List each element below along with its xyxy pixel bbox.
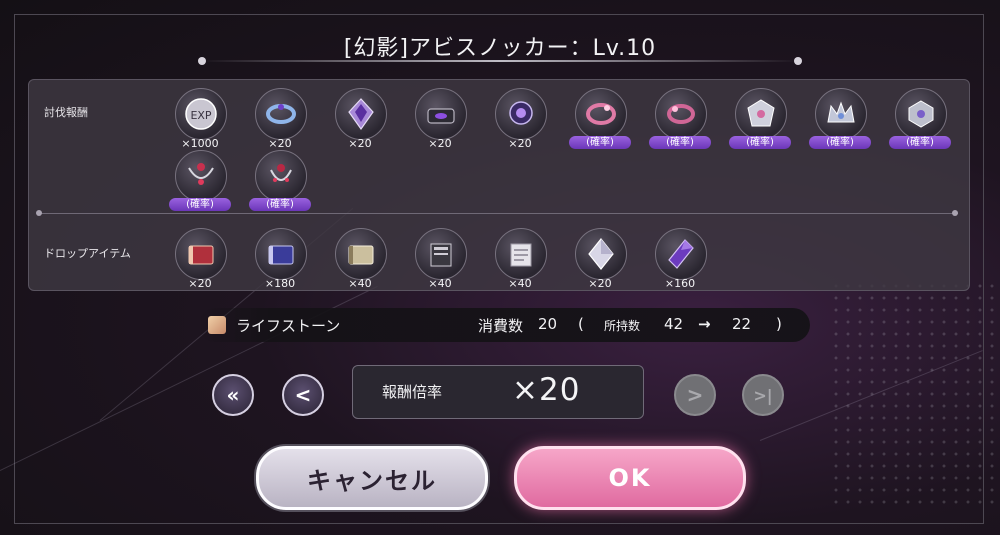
beige-book-icon [335,228,387,280]
blue-ring-icon [255,88,307,140]
reward-item[interactable]: ×20 [490,88,550,158]
page-title: [幻影]アビスノッカー：Lv.10 [343,36,657,61]
reward-item[interactable]: (確率) [889,88,951,158]
treasure-case-icon [415,88,467,140]
drop-item[interactable]: ×40 [410,228,470,298]
life-stone-icon [208,316,226,334]
probability-badge: (確率) [649,136,711,149]
drop-qty: ×40 [348,277,372,290]
probability-badge: (確率) [249,198,311,211]
first-page-button[interactable]: « [212,374,254,416]
exp-text: EXP [190,109,211,122]
consume-label: 消費数 [478,317,524,335]
reward-item[interactable]: ×20 [410,88,470,158]
reward-item[interactable]: (確率) [729,88,791,158]
rank-exp-icon: EXP [175,88,227,140]
silver-emblem-icon [895,88,947,140]
silver-crest-icon [735,88,787,140]
probability-badge: (確率) [809,136,871,149]
drop-qty: ×160 [664,277,696,290]
drop-qty: ×40 [508,277,532,290]
paren-open: ( [578,315,584,333]
drop-item[interactable]: ×20 [570,228,630,298]
reward-item[interactable]: (確率) [809,88,871,158]
silver-crown-icon [815,88,867,140]
clear-reward-label: 討伐報酬 [44,106,88,119]
title-rule [200,60,800,62]
consume-value: 20 [538,315,558,333]
drop-qty: ×20 [188,277,212,290]
blue-book-icon [255,228,307,280]
ruby-necklace-icon [175,150,227,202]
ok-button[interactable]: OK [514,446,746,510]
probability-badge: (確率) [569,136,631,149]
reward-item[interactable]: (確率) [249,150,311,220]
drop-qty: ×40 [428,277,452,290]
diamond-crystal-icon [575,228,627,280]
reward-rate-label: 報酬倍率 [382,383,443,401]
reward-item[interactable]: ×20 [330,88,390,158]
reward-item[interactable]: ×20 [250,88,310,158]
reward-qty: ×20 [508,137,532,150]
arrow-icon: → [698,315,711,333]
reward-item[interactable]: (確率) [649,88,711,158]
title-rule-dot [794,57,802,65]
reward-rate-value: ×20 [512,372,581,408]
paren-close: ) [776,315,782,333]
drop-item[interactable]: ×20 [170,228,230,298]
purple-crystal-icon [335,88,387,140]
next-button[interactable]: > [674,374,716,416]
purple-gem-icon [655,228,707,280]
divider-dot [952,210,958,216]
reward-item[interactable]: EXP ×1000 [170,88,230,158]
reward-item[interactable]: (確率) [169,150,231,220]
purple-orb-icon [495,88,547,140]
title-rule-dot [198,57,206,65]
reward-qty: ×20 [268,137,292,150]
divider-dot [36,210,42,216]
pink-ring-icon [655,88,707,140]
owned-after: 22 [732,315,752,333]
drop-qty: ×180 [264,277,296,290]
scroll-stack-icon [415,228,467,280]
owned-before: 42 [664,315,684,333]
reward-qty: ×20 [428,137,452,150]
red-book-icon [175,228,227,280]
bg-dots [830,280,1000,510]
pink-bracelet-icon [575,88,627,140]
probability-badge: (確率) [889,136,951,149]
paper-stack-icon [495,228,547,280]
reward-qty: ×20 [348,137,372,150]
owned-label: 所持数 [604,319,641,333]
drop-item[interactable]: ×40 [490,228,550,298]
ruby-pendant-icon [255,150,307,202]
drop-item[interactable]: ×160 [650,228,710,298]
drop-item[interactable]: ×40 [330,228,390,298]
reward-qty: ×1000 [181,137,219,150]
last-page-button[interactable]: >| [742,374,784,416]
drop-item[interactable]: ×180 [250,228,310,298]
probability-badge: (確率) [169,198,231,211]
probability-badge: (確率) [729,136,791,149]
cost-item-name: ライフストーン [236,317,341,335]
drop-items-label: ドロップアイテム [44,247,131,260]
reward-item[interactable]: (確率) [569,88,631,158]
prev-button[interactable]: < [282,374,324,416]
cancel-button[interactable]: キャンセル [256,446,488,510]
drop-qty: ×20 [588,277,612,290]
